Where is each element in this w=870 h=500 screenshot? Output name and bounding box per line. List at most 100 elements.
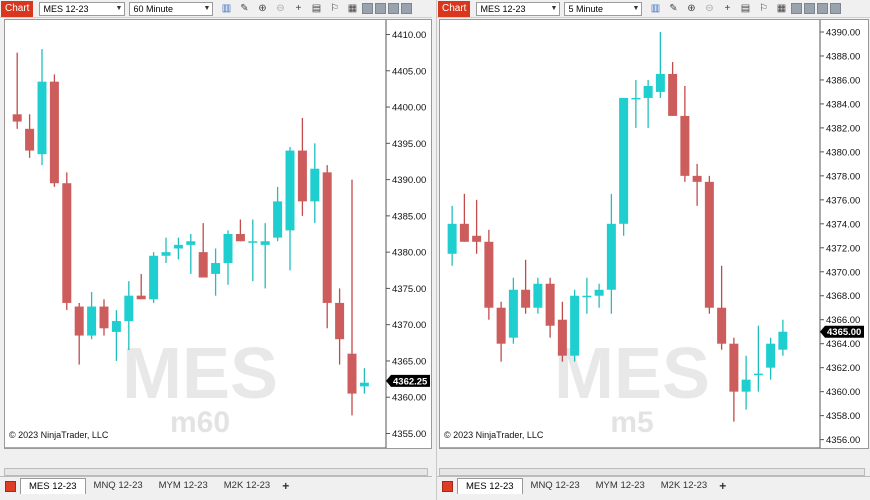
candle-body — [297, 150, 307, 202]
candle-body — [729, 343, 739, 392]
candlestick-chart[interactable]: MESm60 4410.00 4405.00 4400.00 4395.00 4390.0… — [5, 20, 431, 467]
window-button-3[interactable] — [388, 3, 400, 14]
candle-body — [582, 295, 592, 298]
y-tick-label: 4360.00 — [392, 393, 426, 404]
y-tick-label: 4380.00 — [392, 248, 426, 259]
window-button-4[interactable] — [401, 3, 413, 14]
candle-body — [533, 283, 543, 308]
candle-body — [692, 175, 702, 182]
candle-body — [310, 168, 320, 202]
interval-selector[interactable]: 5 Minute ▼ — [564, 1, 643, 16]
candle-body — [235, 234, 245, 242]
link-color-icon[interactable] — [442, 481, 453, 492]
tab-mnq[interactable]: MNQ 12-23 — [86, 478, 151, 494]
candle-body — [766, 343, 776, 368]
chart-style-icon[interactable]: ▥ — [219, 2, 233, 16]
candle-body — [508, 289, 518, 338]
y-tick-label: 4370.00 — [392, 320, 426, 331]
interval-label: 60 Minute — [133, 3, 173, 14]
y-tick-label: 4358.00 — [826, 411, 860, 422]
last-price-label: 4362.25 — [393, 376, 428, 387]
candle-body — [173, 244, 183, 249]
instrument-selector[interactable]: MES 12-23 ▼ — [39, 1, 126, 16]
window-button-1[interactable] — [362, 3, 374, 14]
add-tab-button[interactable]: + — [282, 479, 289, 493]
zoom-out-icon[interactable]: ⊖ — [702, 2, 716, 16]
candle-body — [211, 263, 221, 274]
chart-menu-button[interactable]: Chart — [438, 0, 471, 17]
candlestick-chart[interactable]: MESm54390.004388.004386.004384.004382.00… — [440, 20, 868, 467]
horizontal-scrollbar[interactable] — [4, 468, 428, 476]
chevron-down-icon: ▼ — [550, 5, 558, 12]
y-tick-label: 4395.00 — [392, 139, 426, 150]
indicators-icon[interactable]: ▦ — [774, 2, 788, 16]
watermark-symbol: MES — [122, 334, 278, 414]
strategy-icon[interactable]: ⚐ — [756, 2, 770, 16]
zoom-in-icon[interactable]: ⊕ — [684, 2, 698, 16]
indicators-icon[interactable]: ▦ — [345, 2, 359, 16]
crosshair-icon[interactable]: + — [720, 2, 734, 16]
candle-body — [223, 234, 233, 264]
y-tick-label: 4378.00 — [826, 171, 860, 182]
tab-mes[interactable]: MES 12-23 — [20, 478, 86, 494]
candle-body — [136, 295, 146, 300]
candle-body — [87, 306, 97, 336]
strategy-icon[interactable]: ⚐ — [327, 2, 341, 16]
candle-body — [49, 81, 59, 184]
candle-body — [557, 319, 567, 356]
candle-body — [322, 172, 332, 303]
y-tick-label: 4400.00 — [392, 103, 426, 114]
zoom-out-icon[interactable]: ⊖ — [273, 2, 287, 16]
instrument-selector[interactable]: MES 12-23 ▼ — [476, 1, 561, 16]
chevron-down-icon: ▼ — [203, 5, 211, 12]
tab-mnq[interactable]: MNQ 12-23 — [523, 478, 588, 494]
interval-selector[interactable]: 60 Minute ▼ — [129, 1, 214, 16]
zoom-in-icon[interactable]: ⊕ — [255, 2, 269, 16]
chart-style-icon[interactable]: ▥ — [648, 2, 662, 16]
properties-icon[interactable]: ▤ — [309, 2, 323, 16]
tab-m2k[interactable]: M2K 12-23 — [653, 478, 715, 494]
horizontal-scrollbar[interactable] — [439, 468, 865, 476]
candle-body — [198, 252, 208, 278]
candle-body — [161, 252, 171, 256]
y-tick-label: 4370.00 — [826, 267, 860, 278]
draw-tool-icon[interactable]: ✎ — [666, 2, 680, 16]
window-button-2[interactable] — [804, 3, 816, 14]
window-button-2[interactable] — [375, 3, 387, 14]
candle-body — [285, 150, 295, 231]
window-button-1[interactable] — [791, 3, 803, 14]
properties-icon[interactable]: ▤ — [738, 2, 752, 16]
tab-mes[interactable]: MES 12-23 — [457, 478, 523, 494]
candle-body — [472, 235, 482, 242]
chart-menu-button[interactable]: Chart — [1, 0, 34, 17]
candle-body — [680, 115, 690, 176]
y-tick-label: 4405.00 — [392, 66, 426, 77]
window-button-3[interactable] — [817, 3, 829, 14]
instrument-label: MES 12-23 — [43, 3, 89, 14]
candle-body — [186, 241, 196, 245]
y-tick-label: 4374.00 — [826, 219, 860, 230]
tab-m2k[interactable]: M2K 12-23 — [216, 478, 278, 494]
add-tab-button[interactable]: + — [719, 479, 726, 493]
candle-body — [74, 306, 84, 336]
y-tick-label: 4384.00 — [826, 99, 860, 110]
tab-mym[interactable]: MYM 12-23 — [588, 478, 653, 494]
tab-mym[interactable]: MYM 12-23 — [151, 478, 216, 494]
price-chart-panel[interactable]: MES m5 4390.00 4388.00 4386.00 4384.00 4382.00… — [439, 19, 869, 467]
candle-body — [704, 181, 714, 308]
candle-body — [778, 331, 788, 350]
crosshair-icon[interactable]: + — [291, 2, 305, 16]
candle-body — [668, 73, 678, 116]
link-color-icon[interactable] — [5, 481, 16, 492]
window-button-4[interactable] — [830, 3, 842, 14]
draw-tool-icon[interactable]: ✎ — [237, 2, 251, 16]
candle-body — [655, 73, 665, 92]
y-tick-label: 4368.00 — [826, 291, 860, 302]
price-chart-panel[interactable]: MES m60 4410.00 4405.00 4400.00 4395.00 4390.0… — [4, 19, 432, 467]
y-tick-label: 4356.00 — [826, 435, 860, 446]
watermark-interval: m60 — [170, 406, 230, 439]
chevron-down-icon: ▼ — [632, 5, 640, 12]
y-tick-label: 4375.00 — [392, 284, 426, 295]
candle-body — [631, 97, 641, 100]
candle-body — [717, 307, 727, 344]
